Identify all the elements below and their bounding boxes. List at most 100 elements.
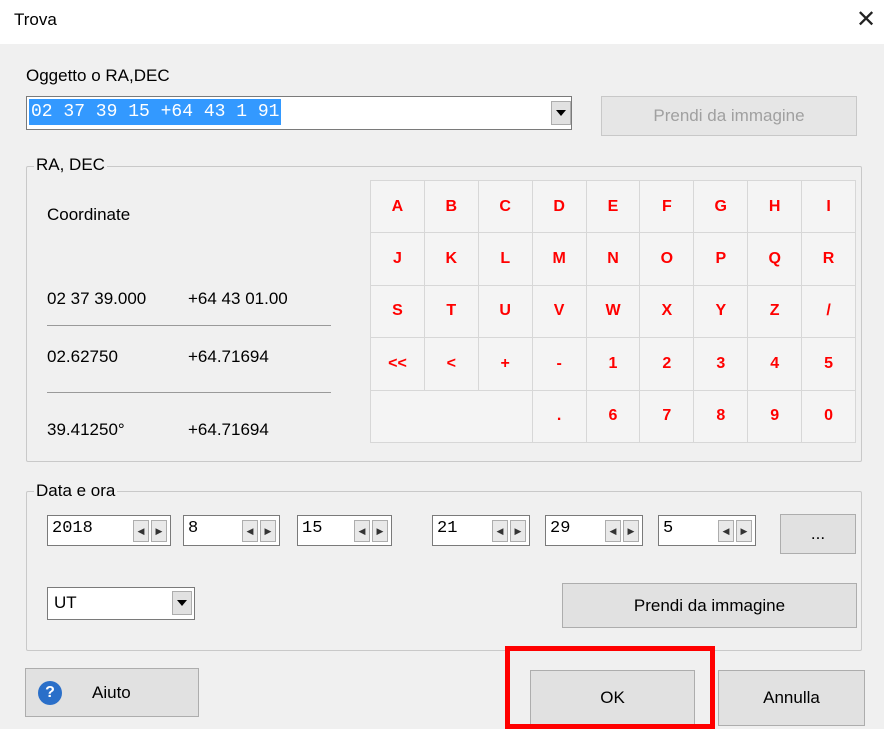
key-q[interactable]: Q: [747, 232, 803, 286]
close-icon[interactable]: ✕: [852, 6, 880, 34]
datetime-group-title: Data e ora: [34, 481, 118, 501]
key-minus[interactable]: -: [531, 337, 587, 391]
key-k[interactable]: K: [423, 232, 479, 286]
left-arrow-icon[interactable]: ◀: [242, 520, 258, 542]
key-t[interactable]: T: [423, 284, 479, 339]
window-title: Trova: [14, 10, 57, 29]
left-arrow-icon[interactable]: ◀: [354, 520, 370, 542]
coord-dec-degrees: +64.71694: [188, 347, 269, 366]
key-backspace[interactable]: <<: [370, 337, 425, 391]
right-arrow-icon[interactable]: ▶: [623, 520, 639, 542]
key-a[interactable]: A: [370, 180, 425, 234]
keypad: A B C D E F G H I J K L M N O P Q R S T …: [370, 180, 856, 443]
help-icon: ?: [38, 680, 62, 705]
key-y[interactable]: Y: [693, 284, 749, 339]
right-arrow-icon[interactable]: ▶: [260, 520, 276, 542]
key-blank: [370, 389, 533, 443]
chevron-down-icon[interactable]: [172, 591, 192, 615]
year-value[interactable]: 2018: [52, 519, 93, 538]
object-combobox[interactable]: 02 37 39 15 +64 43 1 91: [26, 96, 572, 130]
key-left[interactable]: <: [423, 337, 479, 391]
key-d[interactable]: D: [531, 180, 587, 234]
year-spinner[interactable]: 2018 ◀ ▶: [47, 515, 171, 546]
left-arrow-icon[interactable]: ◀: [133, 520, 149, 542]
key-slash[interactable]: /: [801, 284, 856, 339]
key-c[interactable]: C: [477, 180, 533, 234]
month-arrows[interactable]: ◀ ▶: [242, 520, 276, 542]
cancel-button[interactable]: Annulla: [718, 670, 865, 726]
key-g[interactable]: G: [693, 180, 749, 234]
object-grab-button[interactable]: Prendi da immagine: [601, 96, 857, 136]
second-value[interactable]: 5: [663, 519, 673, 538]
key-j[interactable]: J: [370, 232, 425, 286]
timezone-select[interactable]: UT: [47, 587, 195, 620]
key-dot[interactable]: .: [531, 389, 587, 443]
key-o[interactable]: O: [639, 232, 695, 286]
left-arrow-icon[interactable]: ◀: [492, 520, 508, 542]
minute-spinner[interactable]: 29 ◀ ▶: [545, 515, 643, 546]
left-arrow-icon[interactable]: ◀: [718, 520, 734, 542]
key-4[interactable]: 4: [747, 337, 803, 391]
key-f[interactable]: F: [639, 180, 695, 234]
key-plus[interactable]: +: [477, 337, 533, 391]
key-m[interactable]: M: [531, 232, 587, 286]
right-arrow-icon[interactable]: ▶: [151, 520, 167, 542]
divider: [47, 325, 331, 326]
year-arrows[interactable]: ◀ ▶: [133, 520, 167, 542]
more-button[interactable]: ...: [780, 514, 856, 554]
left-arrow-icon[interactable]: ◀: [605, 520, 621, 542]
key-h[interactable]: H: [747, 180, 803, 234]
key-l[interactable]: L: [477, 232, 533, 286]
key-0[interactable]: 0: [801, 389, 856, 443]
minute-arrows[interactable]: ◀ ▶: [605, 520, 639, 542]
object-label: Oggetto o RA,DEC: [26, 66, 170, 85]
right-arrow-icon[interactable]: ▶: [372, 520, 388, 542]
key-1[interactable]: 1: [585, 337, 641, 391]
title-bar: Trova ✕: [0, 0, 884, 44]
key-9[interactable]: 9: [747, 389, 803, 443]
hour-spinner[interactable]: 21 ◀ ▶: [432, 515, 530, 546]
hour-arrows[interactable]: ◀ ▶: [492, 520, 526, 542]
key-b[interactable]: B: [423, 180, 479, 234]
second-arrows[interactable]: ◀ ▶: [718, 520, 752, 542]
hour-value[interactable]: 21: [437, 519, 457, 538]
key-6[interactable]: 6: [585, 389, 641, 443]
key-i[interactable]: I: [801, 180, 856, 234]
right-arrow-icon[interactable]: ▶: [510, 520, 526, 542]
key-3[interactable]: 3: [693, 337, 749, 391]
key-8[interactable]: 8: [693, 389, 749, 443]
minute-value[interactable]: 29: [550, 519, 570, 538]
object-input-value[interactable]: 02 37 39 15 +64 43 1 91: [29, 99, 282, 125]
day-spinner[interactable]: 15 ◀ ▶: [297, 515, 392, 546]
timezone-value[interactable]: UT: [54, 593, 77, 613]
key-r[interactable]: R: [801, 232, 856, 286]
key-n[interactable]: N: [585, 232, 641, 286]
key-7[interactable]: 7: [639, 389, 695, 443]
key-v[interactable]: V: [531, 284, 587, 339]
coord-ra-hours: 02.62750: [47, 347, 118, 366]
chevron-down-icon[interactable]: [551, 101, 571, 125]
key-u[interactable]: U: [477, 284, 533, 339]
key-w[interactable]: W: [585, 284, 641, 339]
month-spinner[interactable]: 8 ◀ ▶: [183, 515, 280, 546]
key-s[interactable]: S: [370, 284, 425, 339]
day-arrows[interactable]: ◀ ▶: [354, 520, 388, 542]
right-arrow-icon[interactable]: ▶: [736, 520, 752, 542]
key-p[interactable]: P: [693, 232, 749, 286]
day-value[interactable]: 15: [302, 519, 322, 538]
month-value[interactable]: 8: [188, 519, 198, 538]
divider: [47, 392, 331, 393]
key-x[interactable]: X: [639, 284, 695, 339]
help-label: Aiuto: [92, 682, 131, 702]
help-button[interactable]: ? Aiuto: [25, 668, 199, 717]
coord-ra-sexagesimal: 02 37 39.000: [47, 289, 147, 308]
key-e[interactable]: E: [585, 180, 641, 234]
datetime-grab-button[interactable]: Prendi da immagine: [562, 583, 857, 628]
radec-group-title: RA, DEC: [34, 155, 107, 175]
second-spinner[interactable]: 5 ◀ ▶: [658, 515, 756, 546]
key-2[interactable]: 2: [639, 337, 695, 391]
key-5[interactable]: 5: [801, 337, 856, 391]
key-z[interactable]: Z: [747, 284, 803, 339]
coord-dec-degrees-2: +64.71694: [188, 420, 269, 439]
coord-ra-degrees: 39.41250°: [47, 420, 125, 439]
